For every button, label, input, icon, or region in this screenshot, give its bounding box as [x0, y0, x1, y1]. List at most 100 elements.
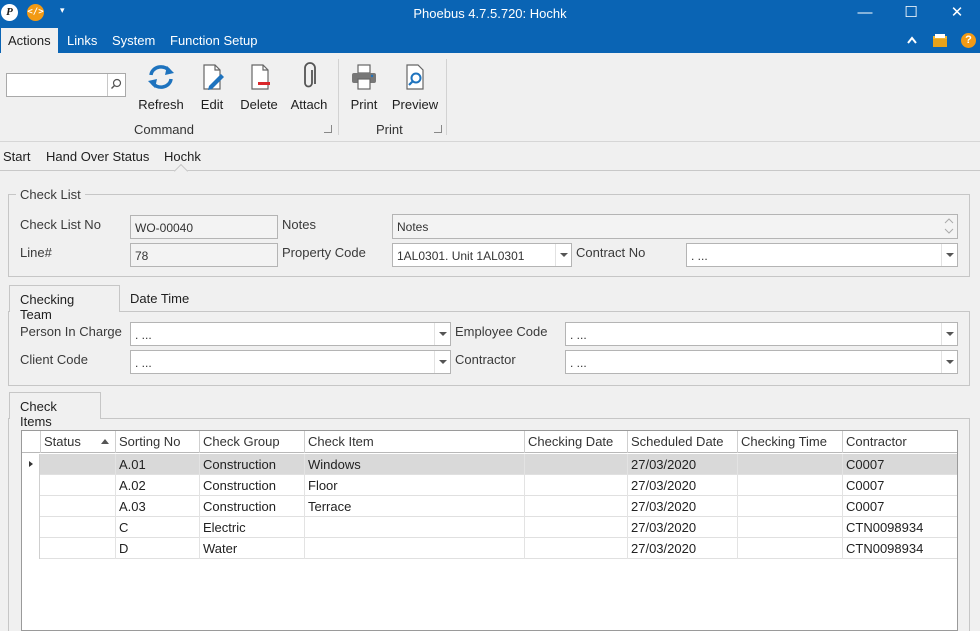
row-indicator[interactable]	[22, 475, 40, 496]
cell-status[interactable]	[40, 538, 116, 559]
cell-status[interactable]	[40, 496, 116, 517]
table-row[interactable]: A.03 Construction Terrace 27/03/2020 C0007	[22, 496, 957, 517]
contract-no-select[interactable]: . ...	[686, 243, 958, 267]
cell-check-item[interactable]: Windows	[304, 454, 525, 475]
cell-check-item[interactable]	[304, 538, 525, 559]
search-box[interactable]	[6, 73, 126, 97]
cell-check-group[interactable]: Construction	[199, 496, 305, 517]
column-check-group[interactable]: Check Group	[199, 431, 305, 453]
breadcrumb-hand-over-status[interactable]: Hand Over Status	[46, 149, 149, 164]
chevron-down-icon[interactable]	[434, 323, 450, 345]
folder-icon[interactable]	[932, 33, 948, 48]
cell-sorting-no[interactable]: A.01	[115, 454, 200, 475]
table-row[interactable]: D Water 27/03/2020 CTN0098934	[22, 538, 957, 559]
cell-checking-date[interactable]	[524, 517, 628, 538]
menu-system[interactable]: System	[105, 28, 162, 53]
menu-links[interactable]: Links	[60, 28, 104, 53]
refresh-button[interactable]: Refresh	[137, 62, 185, 112]
column-scheduled-date[interactable]: Scheduled Date	[627, 431, 738, 453]
cell-check-item[interactable]: Terrace	[304, 496, 525, 517]
table-row[interactable]: A.02 Construction Floor 27/03/2020 C0007	[22, 475, 957, 496]
person-in-charge-select[interactable]: . ...	[130, 322, 451, 346]
close-button[interactable]: ✕	[934, 0, 980, 28]
contractor-select[interactable]: . ...	[565, 350, 958, 374]
cell-sorting-no[interactable]: C	[115, 517, 200, 538]
line-no-field[interactable]: 78	[130, 243, 278, 267]
menu-actions[interactable]: Actions	[1, 28, 58, 53]
table-row[interactable]: C Electric 27/03/2020 CTN0098934	[22, 517, 957, 538]
cell-check-group[interactable]: Construction	[199, 475, 305, 496]
breadcrumb-hochk[interactable]: Hochk	[164, 149, 201, 164]
edit-button[interactable]: Edit	[195, 62, 229, 112]
tab-checking-team[interactable]: Checking Team	[9, 285, 120, 322]
cell-status[interactable]	[40, 454, 116, 475]
attach-button[interactable]: Attach	[288, 62, 330, 112]
cell-check-group[interactable]: Electric	[199, 517, 305, 538]
cell-scheduled-date[interactable]: 27/03/2020	[627, 517, 738, 538]
cell-checking-date[interactable]	[524, 538, 628, 559]
employee-code-select[interactable]: . ...	[565, 322, 958, 346]
chevron-down-icon[interactable]	[941, 244, 957, 266]
chevron-up-icon[interactable]	[904, 33, 920, 48]
check-list-no-field[interactable]: WO-00040	[130, 215, 278, 239]
print-button[interactable]: Print	[346, 62, 382, 112]
preview-button[interactable]: Preview	[391, 62, 439, 112]
maximize-button[interactable]: ☐	[888, 0, 934, 28]
print-group-launcher-icon[interactable]	[434, 125, 442, 133]
cell-checking-time[interactable]	[737, 517, 843, 538]
cell-contractor[interactable]: C0007	[842, 496, 957, 517]
cell-contractor[interactable]: C0007	[842, 475, 957, 496]
table-row[interactable]: A.01 Construction Windows 27/03/2020 C0007	[22, 454, 957, 475]
cell-checking-date[interactable]	[524, 475, 628, 496]
cell-scheduled-date[interactable]: 27/03/2020	[627, 496, 738, 517]
column-checking-date[interactable]: Checking Date	[524, 431, 628, 453]
cell-checking-time[interactable]	[737, 496, 843, 517]
property-code-select[interactable]: 1AL0301. Unit 1AL0301	[392, 243, 572, 267]
client-code-select[interactable]: . ...	[130, 350, 451, 374]
cell-sorting-no[interactable]: A.03	[115, 496, 200, 517]
chevron-down-icon[interactable]	[941, 351, 957, 373]
notes-field[interactable]: Notes	[392, 214, 958, 239]
menu-function-setup[interactable]: Function Setup	[163, 28, 264, 53]
chevron-down-icon[interactable]	[941, 323, 957, 345]
cell-status[interactable]	[40, 475, 116, 496]
row-indicator[interactable]	[22, 538, 40, 559]
minimize-button[interactable]: —	[842, 0, 888, 28]
cell-contractor[interactable]: C0007	[842, 454, 957, 475]
cell-scheduled-date[interactable]: 27/03/2020	[627, 475, 738, 496]
tab-check-items[interactable]: Check Items	[9, 392, 101, 429]
notes-scroll-icon[interactable]	[943, 216, 955, 236]
column-checking-time[interactable]: Checking Time	[737, 431, 843, 453]
row-indicator-arrow-icon[interactable]	[22, 454, 40, 475]
chevron-down-icon[interactable]	[555, 244, 571, 266]
cell-checking-time[interactable]	[737, 538, 843, 559]
cell-check-item[interactable]	[304, 517, 525, 538]
column-sorting-no[interactable]: Sorting No	[115, 431, 200, 453]
delete-button[interactable]: Delete	[238, 62, 280, 112]
cell-sorting-no[interactable]: D	[115, 538, 200, 559]
row-indicator[interactable]	[22, 496, 40, 517]
cell-checking-time[interactable]	[737, 454, 843, 475]
tab-date-time[interactable]: Date Time	[120, 285, 199, 312]
column-status[interactable]: Status	[40, 431, 116, 453]
command-group-launcher-icon[interactable]	[324, 125, 332, 133]
search-button[interactable]	[107, 74, 125, 96]
chevron-down-icon[interactable]	[434, 351, 450, 373]
cell-checking-date[interactable]	[524, 496, 628, 517]
cell-check-item[interactable]: Floor	[304, 475, 525, 496]
cell-scheduled-date[interactable]: 27/03/2020	[627, 538, 738, 559]
column-check-item[interactable]: Check Item	[304, 431, 525, 453]
cell-checking-date[interactable]	[524, 454, 628, 475]
cell-sorting-no[interactable]: A.02	[115, 475, 200, 496]
search-input[interactable]	[9, 75, 107, 95]
row-indicator[interactable]	[22, 517, 40, 538]
column-contractor[interactable]: Contractor	[842, 431, 957, 453]
breadcrumb-start[interactable]: Start	[3, 149, 30, 164]
cell-contractor[interactable]: CTN0098934	[842, 538, 957, 559]
cell-scheduled-date[interactable]: 27/03/2020	[627, 454, 738, 475]
cell-check-group[interactable]: Construction	[199, 454, 305, 475]
cell-contractor[interactable]: CTN0098934	[842, 517, 957, 538]
cell-check-group[interactable]: Water	[199, 538, 305, 559]
cell-checking-time[interactable]	[737, 475, 843, 496]
cell-status[interactable]	[40, 517, 116, 538]
